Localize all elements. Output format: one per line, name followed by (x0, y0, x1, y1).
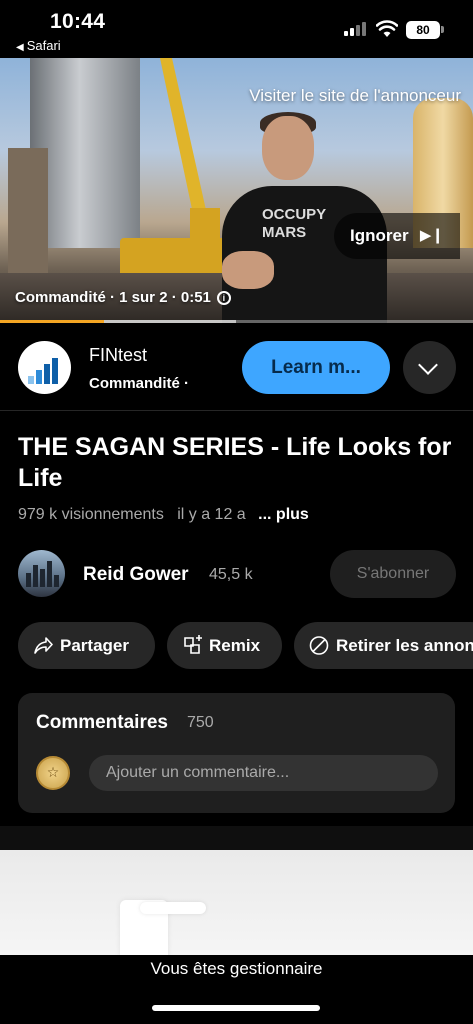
remove-ads-button[interactable]: Retirer les annonces (294, 622, 473, 669)
back-app-label: Safari (26, 38, 61, 53)
clock: 10:44 (50, 10, 106, 33)
upload-age: il y a 12 a (177, 506, 246, 523)
shirt-print: OCCUPY MARS (262, 206, 327, 241)
view-count: 979 k visionnements (18, 506, 164, 523)
next-video-thumbnail[interactable] (0, 850, 473, 955)
comments-count: 750 (187, 714, 214, 731)
video-meta[interactable]: 979 k visionnements il y a 12 a ... plus (18, 506, 309, 524)
remix-icon (184, 635, 202, 654)
more-link[interactable]: ... plus (258, 506, 309, 523)
chevron-down-icon (418, 355, 438, 375)
section-divider (0, 826, 473, 850)
subscriber-count: 45,5 k (209, 566, 253, 583)
video-scene-hand (222, 251, 274, 289)
user-avatar: ☆ (36, 756, 70, 790)
info-icon[interactable]: i (216, 291, 231, 305)
wifi-icon (376, 20, 398, 37)
video-scene-head (262, 116, 314, 180)
back-arrow-icon: ◀ (16, 42, 24, 53)
remix-button[interactable]: Remix (167, 622, 282, 669)
status-bar: 10:44 ◀ Safari 80 (0, 0, 473, 58)
channel-row: Reid Gower 45,5 k S'abonner (0, 549, 473, 599)
bottom-bar: Vous êtes gestionnaire (0, 955, 473, 1024)
subscribe-button[interactable]: S'abonner (330, 550, 456, 598)
visit-advertiser-link[interactable]: Visiter le site de l'annonceur (249, 86, 461, 106)
advertiser-name[interactable]: FINtest (89, 345, 147, 366)
skip-next-icon: ▶❙ (419, 227, 444, 244)
sponsored-label: Commandité · (89, 375, 190, 392)
comments-panel[interactable]: Commentaires 750 ☆ (18, 693, 455, 813)
add-comment-input[interactable] (89, 755, 438, 791)
thumbnail-nozzle (140, 902, 206, 914)
channel-avatar[interactable] (18, 550, 65, 597)
share-button[interactable]: Partager (18, 622, 155, 669)
block-icon (309, 636, 329, 655)
ad-meta-text: Commandité · 1 sur 2 · 0:51 (15, 289, 211, 306)
channel-name[interactable]: Reid Gower (83, 564, 189, 586)
home-indicator[interactable] (152, 1005, 320, 1011)
comments-heading: Commentaires (36, 712, 168, 734)
advertiser-row: FINtest Commandité · Learn m... (0, 323, 473, 411)
skip-ad-label: Ignorer (350, 226, 409, 245)
video-title[interactable]: THE SAGAN SERIES - Life Looks for Life (18, 432, 458, 494)
battery-icon: 80 (406, 21, 440, 39)
ad-meta: Commandité · 1 sur 2 · 0:51 i (15, 289, 231, 306)
advertiser-logo[interactable] (18, 341, 71, 394)
video-scene-structure (8, 148, 48, 288)
expand-ad-button[interactable] (403, 341, 456, 394)
share-icon (34, 637, 53, 654)
video-player[interactable]: OCCUPY MARS Visiter le site de l'annonce… (0, 58, 473, 323)
cellular-signal-icon (344, 22, 370, 36)
back-to-app-link[interactable]: ◀ Safari (16, 38, 61, 53)
remix-label: Remix (209, 636, 261, 655)
action-chips: Partager Remix Retirer les annonces (0, 622, 473, 670)
learn-more-button[interactable]: Learn m... (242, 341, 390, 394)
comments-title: Commentaires (36, 712, 168, 733)
skip-ad-button[interactable]: Ignorer ▶❙ (334, 213, 460, 259)
battery-tip (441, 26, 444, 33)
share-label: Partager (60, 636, 129, 655)
remove-ads-label: Retirer les annonces (336, 636, 473, 655)
manager-banner[interactable]: Vous êtes gestionnaire (0, 959, 473, 979)
